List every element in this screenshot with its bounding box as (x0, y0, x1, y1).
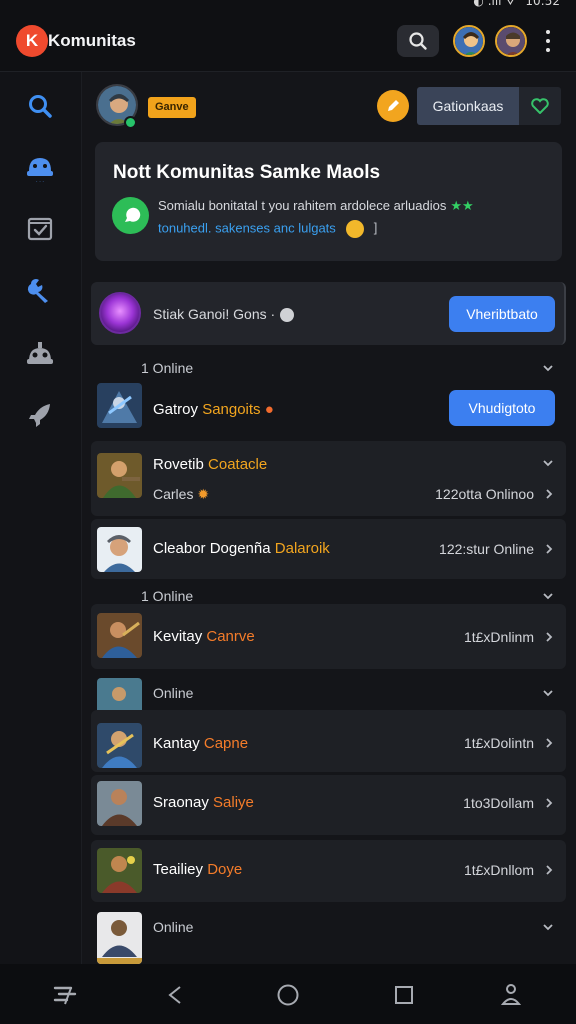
status-icons: ◐ .ıll ⛛ 10:52 (473, 0, 560, 9)
app-logo: K (16, 25, 48, 57)
accessibility-icon[interactable] (496, 980, 526, 1010)
row-subtitle: Carles ✹ (153, 486, 210, 502)
game-icon (99, 292, 141, 334)
svg-text:· · ·: · · · (36, 179, 44, 183)
community-card[interactable]: Rovetib Coatacle Carles ✹ 122otta Onlino… (91, 441, 566, 516)
more-options-icon[interactable] (540, 28, 556, 54)
game-thumbnail (97, 453, 142, 498)
online-count: 1t£xDnllom (463, 862, 534, 878)
user-avatar-2[interactable] (495, 25, 527, 57)
sidebar-robot-icon[interactable] (22, 335, 58, 371)
row-title: Kevitay Canrve (153, 628, 255, 645)
app-title: Komunitas (48, 31, 136, 50)
online-count: 1to3Dollam (463, 795, 534, 811)
online-count: 122:stur Online (439, 541, 534, 557)
section-header-online[interactable]: 1 Online (141, 360, 193, 376)
game-thumbnail (97, 848, 142, 893)
row-title: Sraonay Saliye (153, 794, 254, 811)
sidebar-tasks-icon[interactable] (22, 210, 58, 246)
community-card[interactable]: Kevitay Canrve 1t£xDnlinm (91, 604, 566, 669)
chevron-right-icon[interactable] (543, 488, 555, 500)
nav-menu-icon[interactable] (50, 980, 80, 1010)
user-avatar-1[interactable] (453, 25, 485, 57)
online-count: 122otta Onlinoo (435, 486, 534, 502)
game-badge: Ganve (148, 97, 196, 118)
sidebar-search-icon[interactable] (22, 88, 58, 124)
online-status-dot (124, 116, 137, 129)
status-bar: ◐ .ıll ⛛ 10:52 (0, 0, 576, 10)
pencil-icon (388, 100, 399, 111)
game-thumbnail (97, 723, 142, 768)
sidebar-tools-icon[interactable] (22, 272, 58, 308)
section-header-online[interactable]: Online (153, 685, 193, 701)
online-count: 1t£xDnlinm (463, 629, 534, 645)
home-icon[interactable] (273, 980, 303, 1010)
row-title: Rovetib Coatacle (153, 456, 268, 473)
banner-link[interactable]: tonuhedl. sakenses anc lulgats] (158, 220, 377, 238)
row-title: Cleabor Dogenña Dalaroik (153, 540, 330, 557)
featured-text: Stiak Ganoi! Gons · (153, 306, 295, 323)
community-card[interactable]: Cleabor Dogenña Dalaroik 122:stur Online (91, 519, 566, 579)
stars-icon: ★★ (450, 198, 474, 213)
search-button[interactable] (397, 25, 439, 57)
online-count: 1t£xDolintn (463, 735, 534, 751)
community-card[interactable]: Teailiey Doye 1t£xDnllom (91, 840, 566, 902)
chevron-down-icon[interactable] (542, 687, 554, 699)
sun-icon: ✹ (197, 486, 210, 502)
chevron-right-icon[interactable] (543, 797, 555, 809)
community-card[interactable]: Kantay Capne 1t£xDolintn (91, 710, 566, 772)
row-title: Kantay Capne (153, 735, 249, 752)
sidebar: · · · (0, 72, 82, 964)
spinner-icon (280, 308, 295, 323)
game-thumbnail (97, 781, 142, 826)
row-title: Teailiey Doye (153, 861, 243, 878)
chevron-right-icon[interactable] (543, 543, 555, 555)
section-header-online[interactable]: 1 Online (141, 588, 193, 604)
chevron-down-icon[interactable] (542, 590, 554, 602)
game-thumbnail (97, 527, 142, 572)
sidebar-community-icon[interactable]: · · · (22, 150, 58, 186)
signal-icon: ◐ .ıll ⛛ (473, 0, 516, 8)
game-thumbnail (97, 383, 142, 428)
chevron-right-icon[interactable] (543, 737, 555, 749)
chevron-right-icon[interactable] (543, 864, 555, 876)
favorite-button[interactable] (519, 87, 561, 125)
fire-icon: ● (264, 401, 274, 418)
chevron-down-icon[interactable] (542, 362, 554, 374)
chevron-down-icon[interactable] (542, 457, 554, 469)
chevron-right-icon[interactable] (543, 631, 555, 643)
system-nav-bar (0, 964, 576, 1024)
status-time: 10:52 (525, 0, 560, 8)
game-thumbnail (97, 613, 142, 658)
join-button[interactable]: Vheribtbato (449, 296, 555, 332)
community-card[interactable]: Sraonay Saliye 1to3Dollam (91, 775, 566, 835)
chat-icon (112, 197, 149, 234)
row-title: Gatroy Sangoits ● (153, 401, 274, 418)
recents-icon[interactable] (389, 980, 419, 1010)
game-option-button[interactable]: Gationkaas (417, 87, 519, 125)
banner-description: Somialu bonitatal t you rahitem ardolece… (158, 198, 474, 213)
emoji-icon (345, 220, 364, 238)
community-banner[interactable]: Nott Komunitas Samke Maols Somialu bonit… (95, 142, 562, 261)
game-thumbnail (97, 912, 142, 964)
chevron-down-icon[interactable] (542, 921, 554, 933)
app-bar: K Komunitas (0, 10, 576, 72)
edit-button[interactable] (377, 90, 409, 122)
heart-icon (531, 98, 549, 114)
banner-title: Nott Komunitas Samke Maols (113, 162, 381, 183)
back-icon[interactable] (160, 980, 190, 1010)
featured-card[interactable]: Stiak Ganoi! Gons · Vheribtbato (91, 282, 566, 345)
join-button[interactable]: Vhudigtoto (449, 390, 555, 426)
search-icon (409, 32, 427, 50)
section-header-online[interactable]: Online (153, 919, 193, 935)
sidebar-rocket-icon[interactable] (22, 397, 58, 433)
